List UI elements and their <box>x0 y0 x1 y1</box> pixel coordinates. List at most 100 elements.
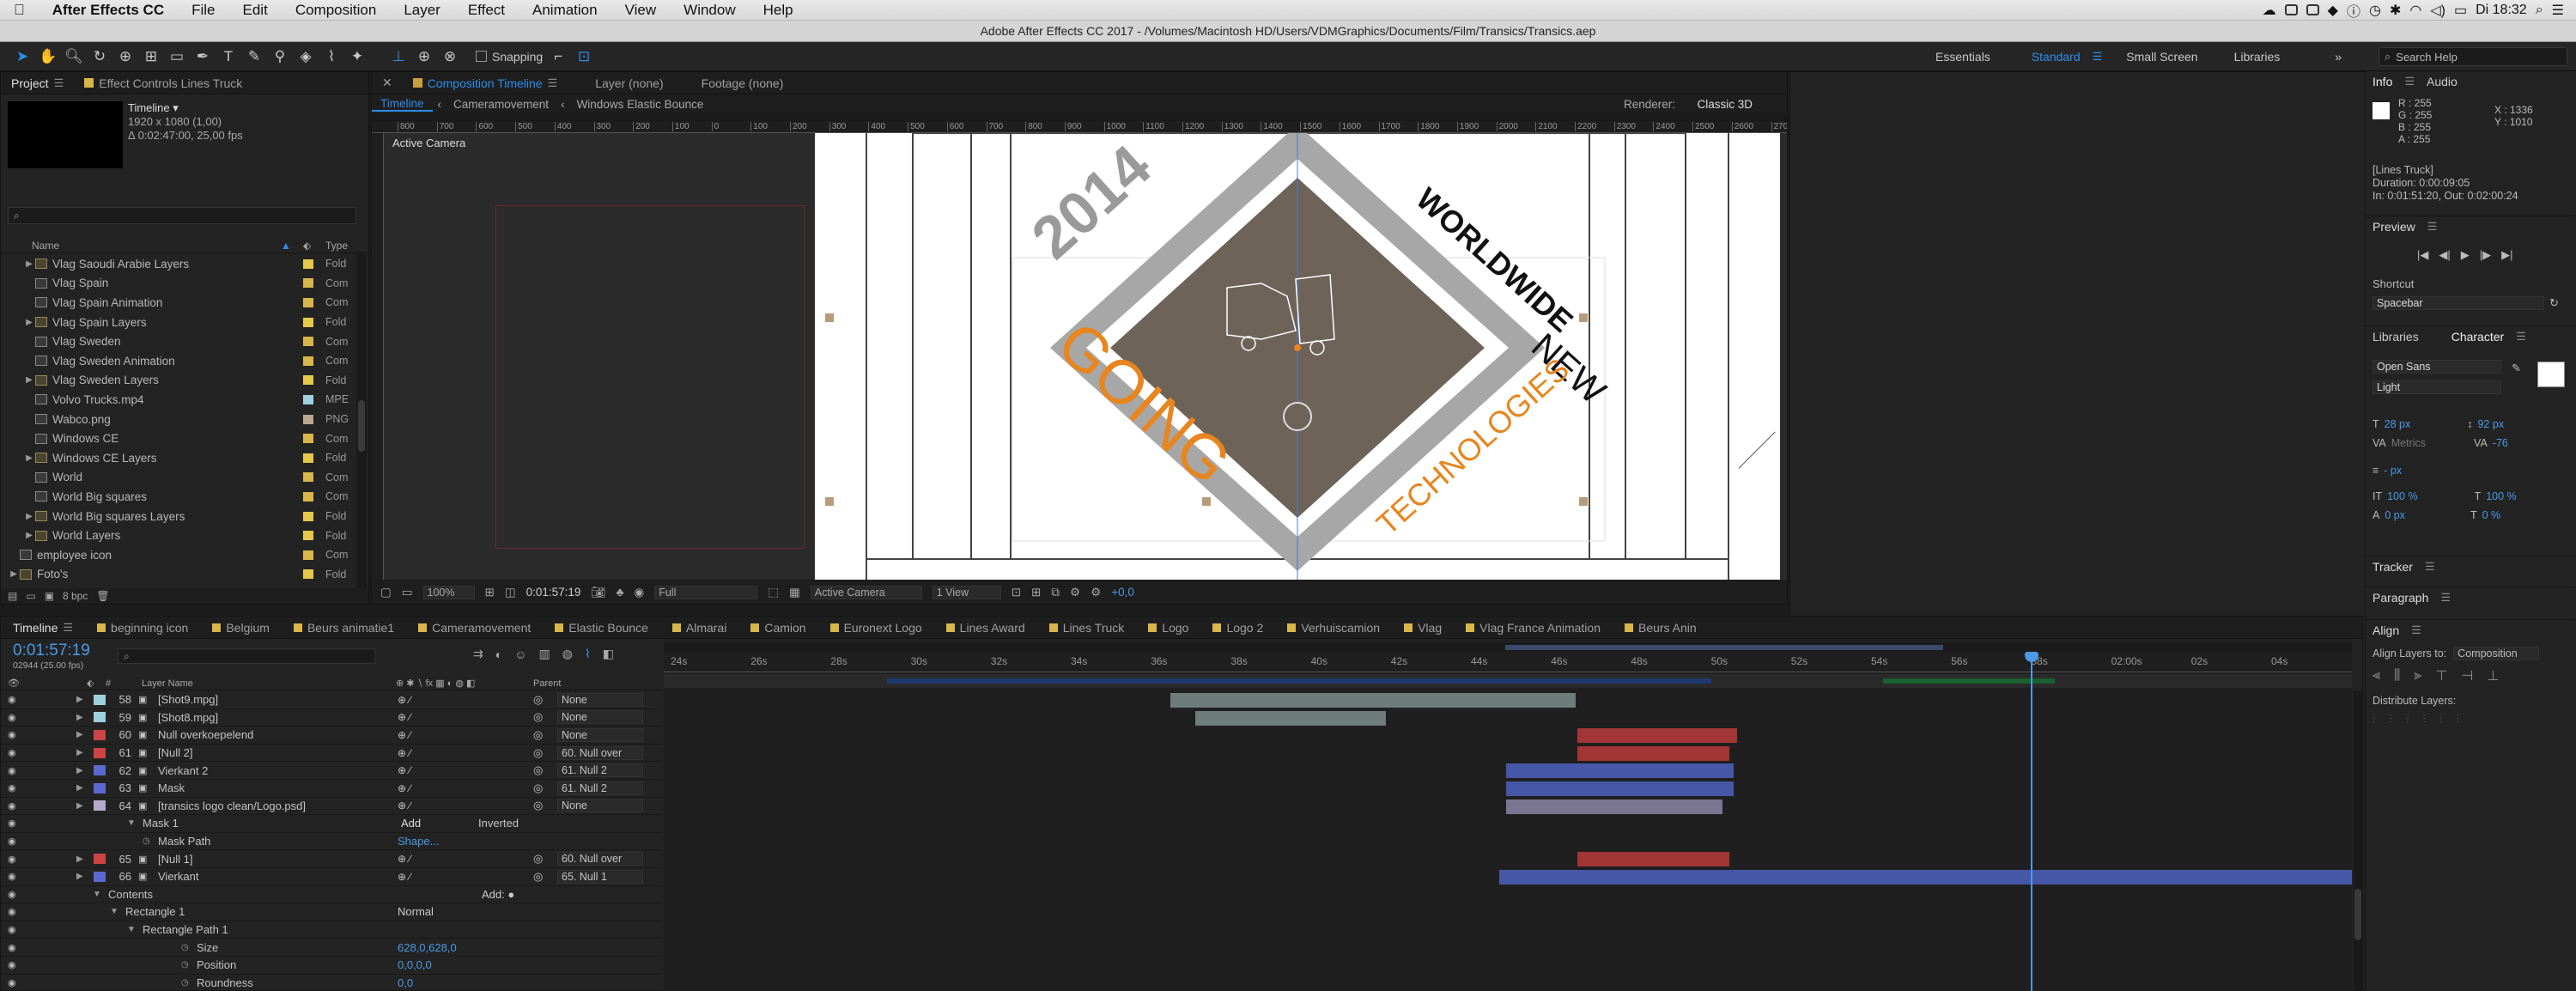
label-color-swatch[interactable] <box>303 569 313 580</box>
interpret-footage-icon[interactable]: ▤ <box>8 590 17 602</box>
layer-expand-icon[interactable]: ▶ <box>76 730 83 739</box>
menu-effect[interactable]: Effect <box>454 2 519 19</box>
timeline-prop2-row[interactable]: ◉ 0,0,0,0 ◷ Position <box>1 957 662 975</box>
graph-editor-icon[interactable]: ⌇ <box>585 647 591 661</box>
menu-list-icon[interactable]: ☰ <box>2552 2 2564 19</box>
timeline-group2-row[interactable]: ◉ Normal ▼ Rectangle 1 <box>1 903 662 921</box>
first-frame-icon[interactable]: |◀ <box>2417 248 2428 262</box>
visibility-eye-icon[interactable]: ◉ <box>8 889 16 900</box>
clone-stamp-tool-icon[interactable]: ⚲ <box>270 46 290 67</box>
project-item[interactable]: Wabco.png PNG <box>1 410 356 429</box>
distribute-hcenter-icon[interactable]: ⫶ <box>2439 712 2443 727</box>
label-col-icon[interactable]: ⬖ <box>87 678 94 689</box>
layer-label-color[interactable] <box>94 800 106 812</box>
brainstorm-icon[interactable]: ◧ <box>603 647 614 661</box>
timeline-layer-row[interactable]: ◉ ▶ 59 ▣ ⊕ ∕ ◎ None [Shot8.mpg] <box>1 709 662 727</box>
visibility-eye-icon[interactable]: ◉ <box>8 906 16 917</box>
label-color-swatch[interactable] <box>303 414 313 424</box>
time-ruler[interactable]: 24s 26s 28s 30s 32s 34s 36s 38s 40s 42s 44s 46s 48s 5… <box>664 654 2352 672</box>
comp-canvas[interactable]: Active Camera 2014 WORLDWIDE NEW GOING T… <box>384 133 1787 580</box>
fill-color-swatch[interactable] <box>2537 362 2565 387</box>
timeline-group3-row[interactable]: ◉ ▼ Rectangle Path 1 <box>1 921 662 939</box>
project-item[interactable]: ▶ Foto's Fold <box>1 565 356 585</box>
shy-layers-icon[interactable]: ☺ <box>514 647 526 661</box>
kerning-value[interactable]: Metrics <box>2391 437 2426 449</box>
switches-col-icons[interactable]: ⊕ ✱ ∖ fx ▦ ◐ ◍ ◧ <box>396 678 475 689</box>
expand-toggle-icon[interactable]: ▶ <box>23 318 35 327</box>
label-color-swatch[interactable] <box>303 472 313 483</box>
pen-tool-icon[interactable]: ✒ <box>192 46 213 67</box>
visibility-eye-icon[interactable]: ◉ <box>8 977 16 988</box>
color-channel-icon[interactable]: ◉ <box>634 586 644 599</box>
view-axis-icon[interactable]: ⊗ <box>440 46 460 67</box>
snapping-toggle[interactable]: Snapping <box>476 50 543 64</box>
timeline-tab[interactable]: Timeline ☰ <box>1 621 85 635</box>
timeline-search-input[interactable]: ⌕ <box>118 648 375 664</box>
resolution-select[interactable]: Full <box>654 585 758 599</box>
label-color-swatch[interactable] <box>303 531 313 541</box>
visibility-eye-icon[interactable]: ◉ <box>8 959 16 970</box>
col-layer-name[interactable]: Layer Name <box>142 678 193 689</box>
project-search-input[interactable]: ⌕ <box>8 207 356 224</box>
parent-pickwhip-icon[interactable]: ◎ <box>533 781 543 795</box>
layer-duration-bar[interactable] <box>1577 852 1729 867</box>
layer-label-color[interactable] <box>94 854 106 865</box>
timeline-tab[interactable]: Lines Award <box>934 621 1037 635</box>
label-color-swatch[interactable] <box>303 356 313 366</box>
distribute-right-icon[interactable]: ⫶ <box>2457 712 2460 727</box>
align-bottom-icon[interactable]: ⊥ <box>2487 667 2499 684</box>
expand-toggle-icon[interactable]: ▶ <box>23 259 35 269</box>
info-icon[interactable]: ⓘ <box>2347 0 2360 21</box>
snap-edges-icon[interactable]: ⌐ <box>548 46 568 67</box>
parent-select[interactable]: None <box>557 692 643 707</box>
label-color-swatch[interactable] <box>303 511 313 521</box>
local-axis-icon[interactable]: ⊥ <box>388 46 409 67</box>
battery-icon[interactable]: ▭ <box>2454 2 2467 19</box>
next-frame-icon[interactable]: |▶ <box>2480 248 2491 262</box>
timeline-tab[interactable]: beginning icon <box>85 621 200 635</box>
eyedropper-icon[interactable]: ✎ <box>2512 362 2521 375</box>
timeline-layer-row[interactable]: ◉ ▶ 60 ▣ ⊕ ∕ ◎ None Null overkoepelend <box>1 727 662 745</box>
app-status-icon[interactable] <box>2284 4 2298 15</box>
search-icon[interactable]: ⌕ <box>2536 3 2543 18</box>
timeline-layer-row[interactable]: ◉ ▶ 58 ▣ ⊕ ∕ ◎ None [Shot9.mpg] <box>1 691 662 709</box>
label-color-swatch[interactable] <box>303 297 313 307</box>
time-machine-icon[interactable]: ◷ <box>2369 2 2381 19</box>
exposure-value[interactable]: +0,0 <box>1111 586 1134 599</box>
project-item[interactable]: Vlag Spain Com <box>1 274 356 294</box>
bpc-label[interactable]: 8 bpc <box>63 590 88 602</box>
property-value[interactable]: Add: ● <box>482 888 514 901</box>
apple-icon[interactable]:  <box>0 2 39 19</box>
visibility-eye-icon[interactable]: ◉ <box>8 924 16 935</box>
tab-info[interactable]: Info <box>2372 75 2392 88</box>
panel-menu-icon[interactable]: ☰ <box>2516 330 2526 344</box>
distribute-bottom-icon[interactable]: ⫶ <box>2406 712 2409 727</box>
panel-menu-icon[interactable]: ☰ <box>54 76 64 90</box>
pan-behind-tool-icon[interactable]: ⊞ <box>141 46 161 67</box>
visibility-eye-icon[interactable]: ◉ <box>8 800 16 812</box>
3d-view-icon[interactable]: ⧉ <box>1051 586 1060 599</box>
property-expand-icon[interactable]: ▼ <box>93 890 101 899</box>
panel-menu-icon[interactable]: ☰ <box>63 621 73 635</box>
menu-layer[interactable]: Layer <box>390 2 454 19</box>
timeline-layer-row[interactable]: ◉ ▶ 66 ▣ ⊕ ∕ ◎ 65. Null 1 Vierkant <box>1 868 662 886</box>
align-top-icon[interactable]: ⊤ <box>2435 667 2447 684</box>
visibility-eye-icon[interactable]: ◉ <box>8 747 16 758</box>
label-color-swatch[interactable] <box>303 453 313 463</box>
visibility-eye-icon[interactable]: ◉ <box>8 818 16 829</box>
layer-label-color[interactable] <box>94 765 106 776</box>
col-parent[interactable]: Parent <box>533 678 561 689</box>
timeline-tab[interactable]: Beurs Anin <box>1613 621 1709 635</box>
bluetooth-icon[interactable]: ✱ <box>2390 2 2401 19</box>
timeline-layer-row[interactable]: ◉ ▶ 64 ▣ ⊕ ∕ ◎ None [transics logo clean/Logo.p… <box>1 798 662 816</box>
parent-pickwhip-icon[interactable]: ◎ <box>533 728 543 742</box>
parent-pickwhip-icon[interactable]: ◎ <box>533 799 543 812</box>
menu-help[interactable]: Help <box>750 2 807 19</box>
parent-pickwhip-icon[interactable]: ◎ <box>533 746 543 760</box>
parent-select[interactable]: 61. Null 2 <box>557 763 643 778</box>
sort-arrow-icon[interactable]: ▲ <box>281 240 291 252</box>
app-status-icon[interactable] <box>2306 4 2319 15</box>
parent-select[interactable]: 61. Null 2 <box>557 781 643 795</box>
scrollbar-thumb[interactable] <box>2354 889 2361 940</box>
camera-select[interactable]: Active Camera <box>810 585 922 599</box>
